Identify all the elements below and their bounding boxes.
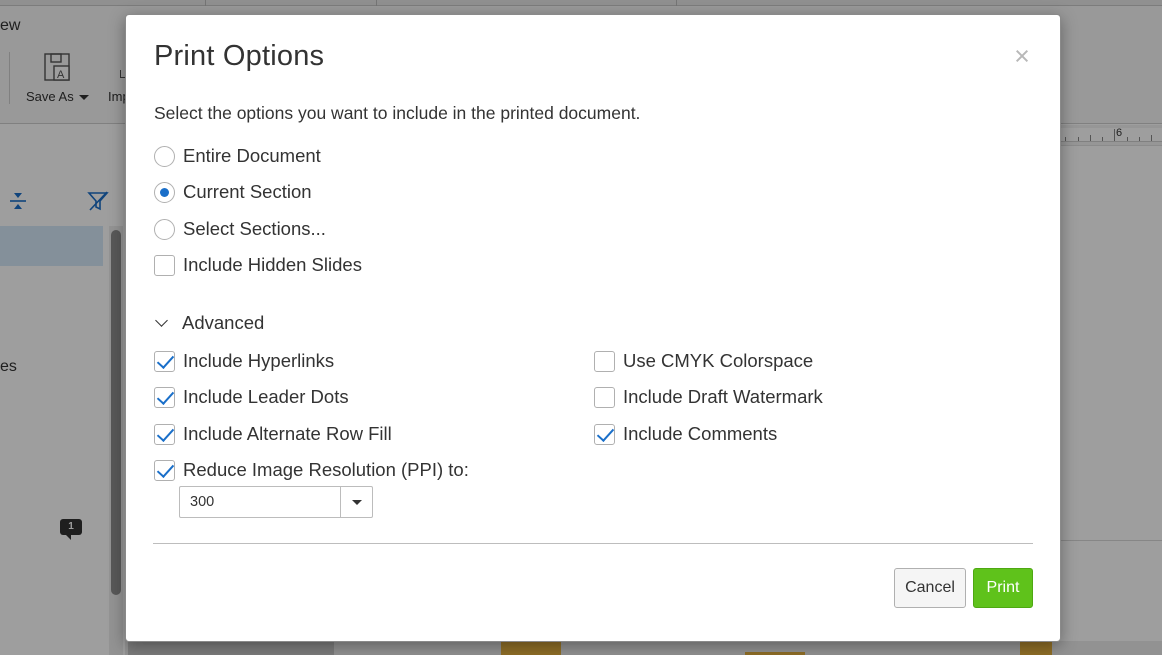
checkbox-label: Include Comments [623, 423, 778, 444]
checkbox-label: Include Leader Dots [183, 386, 349, 407]
ppi-value: 300 [190, 494, 215, 510]
radio-button[interactable] [154, 145, 175, 167]
checkbox[interactable] [154, 423, 175, 445]
radio-current-section[interactable]: Current Section [154, 180, 312, 204]
radio-label: Current Section [183, 181, 312, 202]
checkbox-include-hidden-slides[interactable]: Include Hidden Slides [154, 253, 362, 277]
checkbox-label: Use CMYK Colorspace [623, 350, 814, 371]
checkbox-include-hyperlinks[interactable]: Include Hyperlinks [154, 349, 334, 373]
checkbox[interactable] [154, 254, 175, 276]
checkbox-reduce-image-resolution[interactable]: Reduce Image Resolution (PPI) to: [154, 458, 469, 482]
checkbox[interactable] [594, 386, 615, 408]
checkbox[interactable] [154, 386, 175, 408]
checkbox-label: Include Hyperlinks [183, 350, 335, 371]
checkbox-include-draft-watermark[interactable]: Include Draft Watermark [594, 385, 823, 409]
advanced-toggle[interactable]: Advanced [155, 312, 265, 334]
print-button[interactable]: Print [973, 568, 1033, 608]
advanced-label: Advanced [182, 312, 265, 333]
ppi-select[interactable]: 300 [179, 486, 373, 518]
checkbox[interactable] [154, 350, 175, 372]
close-icon[interactable]: × [1009, 43, 1035, 70]
dialog-divider [153, 543, 1033, 544]
radio-label: Select Sections... [183, 218, 326, 239]
chevron-down-icon [351, 499, 362, 505]
checkbox[interactable] [154, 459, 175, 481]
radio-entire-document[interactable]: Entire Document [154, 144, 321, 168]
radio-select-sections[interactable]: Select Sections... [154, 217, 326, 241]
dialog-description: Select the options you want to include i… [154, 103, 641, 123]
checkbox[interactable] [594, 350, 615, 372]
checkbox-include-comments[interactable]: Include Comments [594, 422, 777, 446]
checkbox-label: Include Alternate Row Fill [183, 423, 392, 444]
chevron-down-icon [155, 314, 168, 327]
checkbox-include-leader-dots[interactable]: Include Leader Dots [154, 385, 349, 409]
checkbox-use-cmyk-colorspace[interactable]: Use CMYK Colorspace [594, 349, 813, 373]
checkbox-label: Include Draft Watermark [623, 386, 823, 407]
dialog-title: Print Options [154, 40, 325, 72]
checkbox-label: Reduce Image Resolution (PPI) to: [183, 459, 469, 480]
ppi-dropdown-button[interactable] [340, 487, 372, 517]
radio-button[interactable] [154, 181, 175, 203]
cancel-button[interactable]: Cancel [894, 568, 966, 608]
print-options-dialog: Print Options × Select the options you w… [125, 14, 1061, 642]
checkbox-include-alternate-row-fill[interactable]: Include Alternate Row Fill [154, 422, 392, 446]
radio-label: Entire Document [183, 145, 321, 166]
radio-button[interactable] [154, 218, 175, 240]
checkbox[interactable] [594, 423, 615, 445]
checkbox-label: Include Hidden Slides [183, 254, 362, 275]
